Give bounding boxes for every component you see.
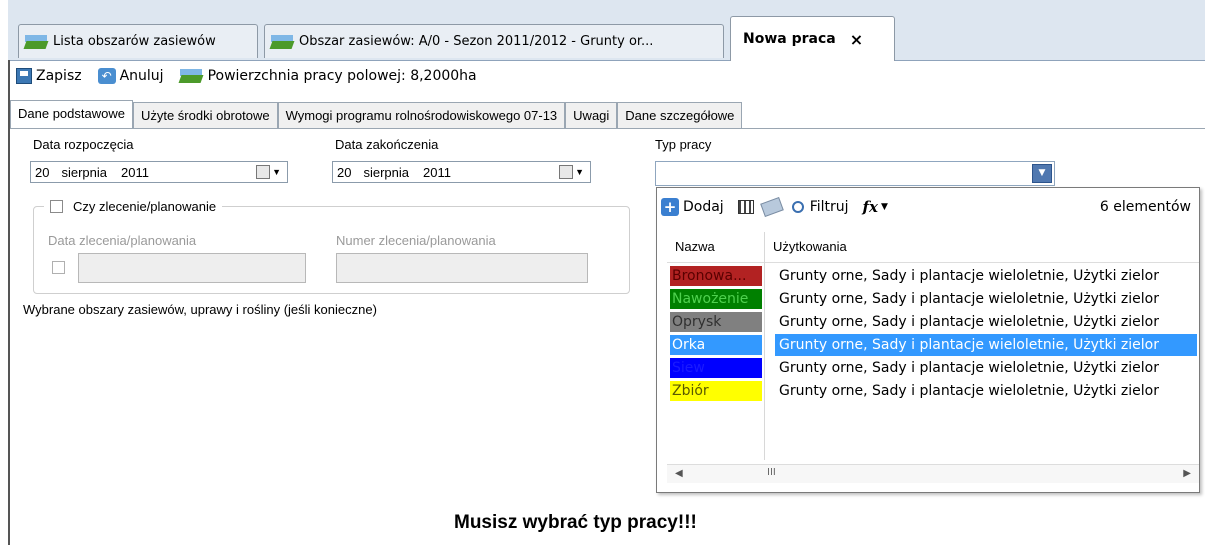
row-usage: Grunty orne, Sady i plantacje wieloletni…	[779, 383, 1159, 399]
start-date-picker[interactable]: 20 sierpnia 2011 ▼	[30, 161, 288, 183]
work-type-label: Typ pracy	[655, 137, 712, 152]
order-number-field[interactable]	[336, 253, 588, 283]
tab-details[interactable]: Dane szczegółowe	[617, 102, 743, 129]
scroll-right-icon[interactable]: ▶	[1183, 468, 1191, 479]
window-tab-area-list[interactable]: Lista obszarów zasiewów	[18, 24, 258, 58]
eraser-icon[interactable]	[759, 197, 784, 217]
column-header-usage[interactable]: Użytkowania	[773, 239, 847, 254]
window-border	[8, 60, 10, 545]
field-icon	[23, 34, 49, 49]
scroll-thumb[interactable]: III	[767, 467, 776, 478]
save-button[interactable]: Zapisz	[16, 68, 82, 84]
table-row[interactable]: Orka Grunty orne, Sady i plantacje wielol…	[669, 334, 1197, 356]
end-date-day: 20	[337, 164, 352, 180]
row-name: Zbiór	[670, 381, 762, 401]
toolbar: Zapisz ↶ Anuluj Powierzchnia pracy polow…	[8, 61, 1205, 91]
add-icon[interactable]: +	[661, 198, 679, 216]
close-icon[interactable]: ×	[850, 30, 863, 49]
tab-basic-data[interactable]: Dane podstawowe	[10, 100, 133, 129]
inner-tabs: Dane podstawowe Użyte środki obrotowe Wy…	[10, 100, 743, 129]
order-checkbox-row[interactable]: Czy zlecenie/planowanie	[44, 199, 223, 214]
window-tab-label: Nowa praca	[743, 31, 836, 47]
save-icon	[16, 68, 32, 84]
add-button[interactable]: Dodaj	[683, 199, 724, 215]
order-date-field[interactable]	[78, 253, 306, 283]
end-date-label: Data zakończenia	[335, 137, 439, 152]
row-usage: Grunty orne, Sady i plantacje wieloletni…	[779, 314, 1159, 330]
row-name: Siew	[670, 358, 762, 378]
tab-notes[interactable]: Uwagi	[565, 102, 618, 129]
chevron-down-icon[interactable]: ▼	[881, 202, 888, 212]
start-date-label: Data rozpoczęcia	[33, 137, 134, 152]
horizontal-scrollbar[interactable]: ◀ III ▶	[667, 464, 1199, 483]
end-date-year: 2011	[423, 164, 451, 180]
table-row[interactable]: Nawożenie Grunty orne, Sady i plantacje w…	[669, 288, 1197, 310]
table-header: Nazwa Użytkowania	[667, 232, 1199, 263]
work-type-combo[interactable]: ▼	[655, 161, 1055, 186]
field-icon	[269, 34, 295, 49]
table-row[interactable]: Bronowa... Grunty orne, Sady i plantacje …	[669, 265, 1197, 287]
row-name: Nawożenie	[670, 289, 762, 309]
window-tab-label: Obszar zasiewów: A/0 - Sezon 2011/2012 -…	[299, 34, 654, 49]
item-count: 6 elementów	[1099, 199, 1191, 215]
save-label: Zapisz	[36, 68, 82, 84]
work-type-dropdown: + Dodaj Filtruj fx ▼ 6 elementów Nazwa U…	[656, 187, 1200, 493]
tab-agri-env-requirements[interactable]: Wymogi programu rolnośrodowiskowego 07-1…	[277, 102, 566, 129]
table-row[interactable]: Oprysk Grunty orne, Sady i plantacje wiel…	[669, 311, 1197, 333]
window-tab-label: Lista obszarów zasiewów	[53, 34, 216, 49]
order-date-checkbox[interactable]	[52, 261, 65, 274]
cancel-button[interactable]: ↶ Anuluj	[97, 68, 164, 84]
scroll-left-icon[interactable]: ◀	[675, 468, 683, 479]
order-number-label: Numer zlecenia/planowania	[336, 233, 496, 248]
chevron-down-icon[interactable]: ▼	[575, 167, 584, 177]
end-date-month: sierpnia	[363, 164, 409, 180]
row-name: Oprysk	[670, 312, 762, 332]
order-checkbox[interactable]	[50, 200, 63, 213]
filter-button[interactable]: Filtruj	[810, 199, 849, 215]
column-chooser-icon[interactable]	[737, 200, 754, 214]
chevron-down-icon[interactable]: ▼	[1032, 164, 1052, 183]
chevron-down-icon[interactable]: ▼	[272, 167, 281, 177]
cancel-label: Anuluj	[119, 68, 164, 84]
table-row[interactable]: Siew Grunty orne, Sady i plantacje wielol…	[669, 357, 1197, 379]
fx-icon[interactable]: fx	[863, 198, 878, 216]
order-date-label: Data zlecenia/planowania	[48, 233, 197, 248]
start-date-day: 20	[35, 164, 50, 180]
row-name: Orka	[670, 335, 762, 355]
start-date-year: 2011	[121, 164, 149, 180]
dropdown-toolbar: + Dodaj Filtruj fx ▼ 6 elementów	[657, 188, 1199, 226]
calendar-icon[interactable]	[256, 165, 271, 179]
end-date-picker[interactable]: 20 sierpnia 2011 ▼	[332, 161, 591, 183]
work-area-label: Powierzchnia pracy polowej: 8,2000ha	[207, 68, 477, 84]
calendar-icon[interactable]	[559, 165, 574, 179]
work-area-indicator: Powierzchnia pracy polowej: 8,2000ha	[178, 68, 477, 84]
row-usage: Grunty orne, Sady i plantacje wieloletni…	[779, 268, 1159, 284]
tab-divider	[10, 128, 1205, 129]
search-icon[interactable]	[791, 201, 804, 213]
table-row[interactable]: Zbiór Grunty orne, Sady i plantacje wielo…	[669, 380, 1197, 402]
row-usage: Grunty orne, Sady i plantacje wieloletni…	[779, 360, 1159, 376]
selected-areas-label: Wybrane obszary zasiewów, uprawy i rośli…	[23, 302, 377, 317]
column-header-name[interactable]: Nazwa	[675, 239, 715, 254]
row-name: Bronowa...	[670, 266, 762, 286]
window-tab-new-work[interactable]: Nowa praca ×	[730, 16, 895, 61]
row-usage: Grunty orne, Sady i plantacje wieloletni…	[775, 334, 1197, 356]
window-tab-area-details[interactable]: Obszar zasiewów: A/0 - Sezon 2011/2012 -…	[264, 24, 724, 58]
field-icon	[178, 69, 204, 83]
order-checkbox-label: Czy zlecenie/planowanie	[73, 199, 217, 214]
tab-used-resources[interactable]: Użyte środki obrotowe	[132, 102, 278, 129]
validation-message: Musisz wybrać typ pracy!!!	[454, 512, 697, 533]
undo-icon: ↶	[97, 68, 116, 84]
row-usage: Grunty orne, Sady i plantacje wieloletni…	[779, 291, 1159, 307]
start-date-month: sierpnia	[61, 164, 107, 180]
